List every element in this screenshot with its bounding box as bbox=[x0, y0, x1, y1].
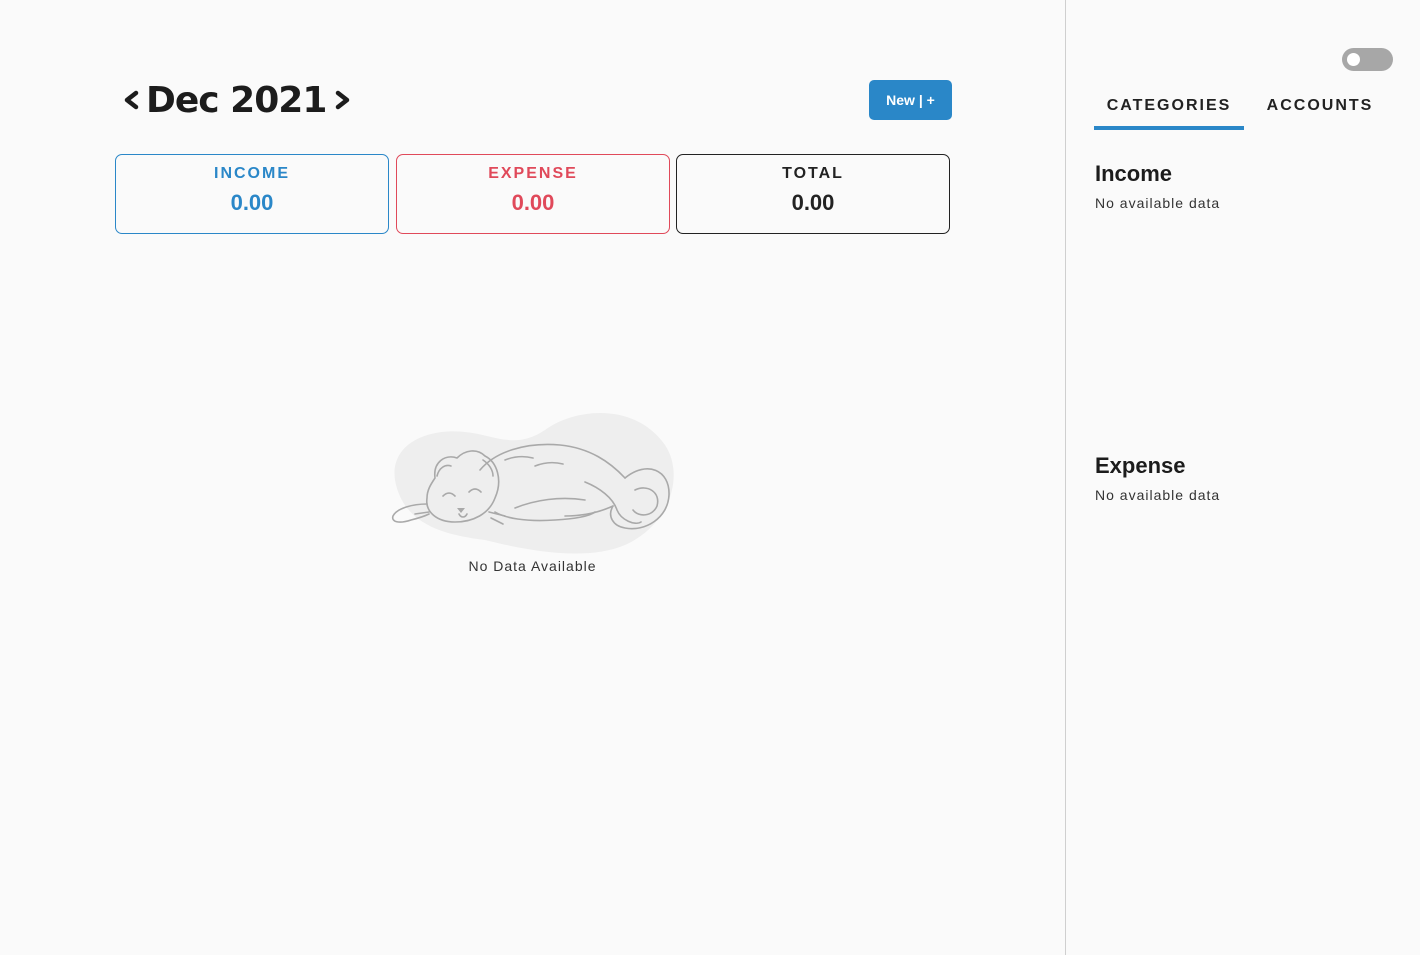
sleeping-cat-illustration bbox=[391, 413, 674, 554]
month-label: Dec 2021 bbox=[146, 79, 327, 121]
sidebar: CATEGORIES ACCOUNTS Income No available … bbox=[1065, 0, 1420, 955]
empty-state: No Data Available bbox=[385, 400, 680, 580]
budget-app: Dec 2021 New | + INCOME 0.00 EXPENSE 0.0… bbox=[0, 0, 1420, 955]
chevron-left-icon bbox=[124, 90, 139, 110]
theme-toggle[interactable] bbox=[1342, 48, 1393, 71]
expense-value: 0.00 bbox=[511, 190, 555, 215]
chevron-right-icon bbox=[336, 90, 350, 110]
income-section-title: Income bbox=[1095, 161, 1173, 186]
new-transaction-button[interactable]: New | + bbox=[869, 80, 952, 120]
expense-section-title: Expense bbox=[1095, 453, 1186, 478]
tab-accounts[interactable]: ACCOUNTS bbox=[1260, 86, 1380, 130]
expense-summary-card: EXPENSE 0.00 bbox=[396, 154, 670, 234]
expense-label: EXPENSE bbox=[488, 165, 578, 182]
next-month-button[interactable] bbox=[334, 80, 352, 120]
tab-categories[interactable]: CATEGORIES bbox=[1094, 86, 1244, 130]
empty-state-message: No Data Available bbox=[468, 558, 597, 574]
income-value: 0.00 bbox=[230, 190, 274, 215]
sidebar-tabs: CATEGORIES ACCOUNTS bbox=[1094, 86, 1394, 130]
income-empty-message: No available data bbox=[1095, 195, 1221, 211]
expense-empty-message: No available data bbox=[1095, 487, 1221, 503]
total-summary-card: TOTAL 0.00 bbox=[676, 154, 950, 234]
month-navigator: Dec 2021 bbox=[122, 55, 350, 145]
income-summary-card: INCOME 0.00 bbox=[115, 154, 389, 234]
toggle-knob bbox=[1347, 53, 1360, 66]
income-label: INCOME bbox=[214, 165, 290, 182]
total-value: 0.00 bbox=[791, 190, 835, 215]
prev-month-button[interactable] bbox=[122, 80, 140, 120]
main-panel: Dec 2021 New | + INCOME 0.00 EXPENSE 0.0… bbox=[0, 0, 1065, 955]
total-label: TOTAL bbox=[782, 165, 844, 182]
